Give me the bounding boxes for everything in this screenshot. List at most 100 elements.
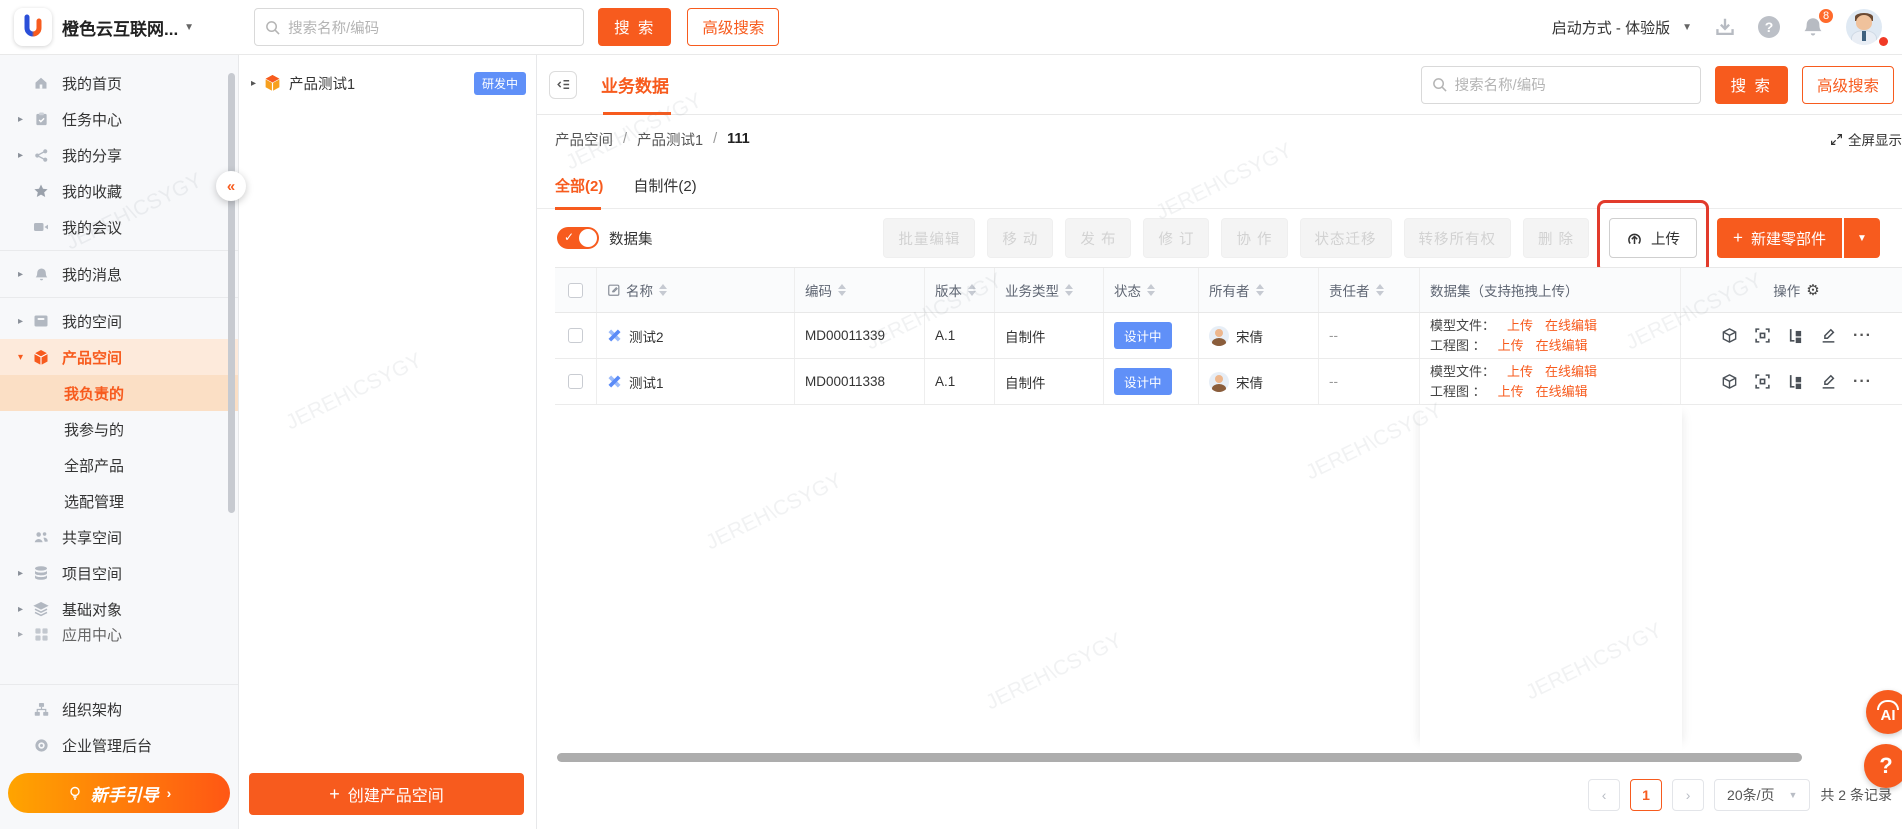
expand-caret-icon[interactable]: ▸ [18,604,32,615]
dataset-toggle[interactable] [557,227,599,249]
sort-icon[interactable] [838,284,846,296]
sidebar-scrollbar[interactable] [228,73,235,513]
bom-tree-icon[interactable] [1787,373,1804,390]
upload-button[interactable]: 上传 [1609,218,1698,258]
user-avatar[interactable] [1846,9,1882,45]
panel-adv-search-button[interactable]: 高级搜索 [1801,65,1894,104]
online-edit-link[interactable]: 在线编辑 [1536,337,1588,355]
sidebar-item-messages[interactable]: ▸ 我的消息 [0,256,238,292]
upload-link[interactable]: 上传 [1507,363,1533,381]
sidebar-item-product-space[interactable]: ▾ 产品空间 [0,339,238,375]
expand-caret-icon[interactable]: ▸ [18,568,32,579]
global-search-input[interactable]: 搜索名称/编码 [254,8,585,46]
state-transition-button[interactable]: 状态迁移 [1299,218,1392,258]
notifications-bell-icon[interactable]: 8 [1802,7,1835,38]
prev-page-button[interactable]: ‹ [1588,779,1621,811]
fullscreen-toggle[interactable]: 全屏显示 [1830,129,1902,149]
sort-icon[interactable] [968,284,976,296]
expand-caret-icon[interactable]: ▸ [18,316,32,327]
move-button[interactable]: 移 动 [987,218,1054,258]
row-checkbox[interactable] [568,374,583,389]
col-header-owner[interactable]: 所有者 [1209,280,1250,300]
sort-icon[interactable] [1065,284,1073,296]
part-name-link[interactable]: 测试2 [629,326,664,346]
sidebar-item-shared-space[interactable]: 共享空间 [0,519,238,555]
horizontal-scrollbar[interactable] [557,753,1802,762]
sort-icon[interactable] [1255,284,1264,296]
download-icon[interactable] [1714,16,1736,38]
col-header-name[interactable]: 名称 [626,280,653,300]
global-adv-search-button[interactable]: 高级搜索 [687,8,780,46]
delete-button[interactable]: 删 除 [1523,218,1590,258]
collapse-caret-icon[interactable]: ▾ [18,352,32,363]
expand-caret-icon[interactable]: ▸ [18,269,32,280]
table-row[interactable]: 测试2 MD00011339 A.1 自制件 设计中 宋倩 -- 模型文件： 上… [555,313,1902,359]
column-settings-gear-icon[interactable]: ⚙ [1806,281,1819,299]
online-edit-link[interactable]: 在线编辑 [1536,383,1588,401]
batch-edit-button[interactable]: 批量编辑 [883,218,976,258]
expand-caret-icon[interactable]: ▸ [18,114,32,125]
panel-search-button[interactable]: 搜 索 [1714,65,1788,104]
sort-icon[interactable] [659,284,667,296]
help-icon[interactable]: ? [1758,16,1780,38]
table-row[interactable]: 测试1 MD00011338 A.1 自制件 设计中 宋倩 -- 模型文件： 上… [555,359,1902,405]
create-part-button[interactable]: + 新建零部件 [1717,218,1842,258]
edit-pencil-icon[interactable] [1820,327,1837,344]
sidebar-item-shares[interactable]: ▸ 我的分享 [0,137,238,173]
col-header-status[interactable]: 状态 [1114,280,1141,300]
sort-icon[interactable] [1147,284,1155,296]
filter-tab-selfmade[interactable]: 自制件(2) [633,163,696,209]
revise-button[interactable]: 修 订 [1143,218,1210,258]
collaborate-button[interactable]: 协 作 [1221,218,1288,258]
col-header-duty[interactable]: 责任者 [1329,280,1370,300]
row-checkbox[interactable] [568,328,583,343]
structure-frame-icon[interactable] [1754,327,1771,344]
brand-caret-icon[interactable]: ▼ [184,22,194,33]
panel-search-input[interactable]: 搜索名称/编码 [1420,65,1701,104]
filter-tab-all[interactable]: 全部(2) [555,163,603,210]
panel-fold-icon[interactable] [549,70,577,99]
sidebar-item-option-management[interactable]: 选配管理 [0,483,238,519]
sidebar-collapse-button[interactable]: « [216,171,246,201]
view-3d-icon[interactable] [1721,327,1738,344]
sort-icon[interactable] [1375,284,1384,296]
current-page-button[interactable]: 1 [1630,779,1663,811]
tree-node-product[interactable]: ▸ 产品测试1 研发中 [239,63,536,103]
breadcrumb-product-test1[interactable]: 产品测试1 [637,129,703,150]
sidebar-item-base-objects[interactable]: ▸ 基础对象 [0,591,238,627]
sidebar-item-all-products[interactable]: 全部产品 [0,447,238,483]
edit-pencil-icon[interactable] [1820,373,1837,390]
transfer-ownership-button[interactable]: 转移所有权 [1403,218,1512,258]
sidebar-item-home[interactable]: 我的首页 [0,65,238,101]
select-all-checkbox[interactable] [568,282,583,298]
newbie-guide-button[interactable]: 新手引导 › [8,773,230,813]
col-header-version[interactable]: 版本 [935,280,962,300]
page-size-select[interactable]: 20条/页 ▼ [1714,779,1811,811]
help-float-button[interactable]: ? [1864,744,1902,788]
sidebar-item-project-space[interactable]: ▸ 项目空间 [0,555,238,591]
sidebar-item-org-structure[interactable]: 组织架构 [0,691,238,727]
col-header-code[interactable]: 编码 [805,280,832,300]
expand-caret-icon[interactable]: ▸ [251,78,256,89]
next-page-button[interactable]: › [1672,779,1705,811]
col-header-type[interactable]: 业务类型 [1005,280,1059,300]
part-name-link[interactable]: 测试1 [629,372,664,392]
launch-mode-dropdown[interactable]: 启动方式 - 体验版 ▼ [1552,17,1692,38]
more-actions-icon[interactable]: ··· [1853,373,1872,391]
expand-caret-icon[interactable]: ▸ [18,150,32,161]
more-actions-icon[interactable]: ··· [1853,327,1872,345]
bom-tree-icon[interactable] [1787,327,1804,344]
sidebar-item-app-center[interactable]: ▸ 应用中心 [0,627,238,642]
online-edit-link[interactable]: 在线编辑 [1545,317,1597,335]
sidebar-item-enterprise-admin[interactable]: 企业管理后台 [0,727,238,763]
create-part-dropdown-button[interactable]: ▼ [1844,218,1880,258]
tab-business-data[interactable]: 业务数据 [601,55,671,115]
sidebar-item-meetings[interactable]: 我的会议 [0,209,238,245]
sidebar-item-my-participated[interactable]: 我参与的 [0,411,238,447]
online-edit-link[interactable]: 在线编辑 [1545,363,1597,381]
structure-frame-icon[interactable] [1754,373,1771,390]
publish-button[interactable]: 发 布 [1065,218,1132,258]
sidebar-item-my-space[interactable]: ▸ 我的空间 [0,303,238,339]
sidebar-item-tasks[interactable]: ▸ 任务中心 [0,101,238,137]
breadcrumb-product-space[interactable]: 产品空间 [555,129,613,150]
